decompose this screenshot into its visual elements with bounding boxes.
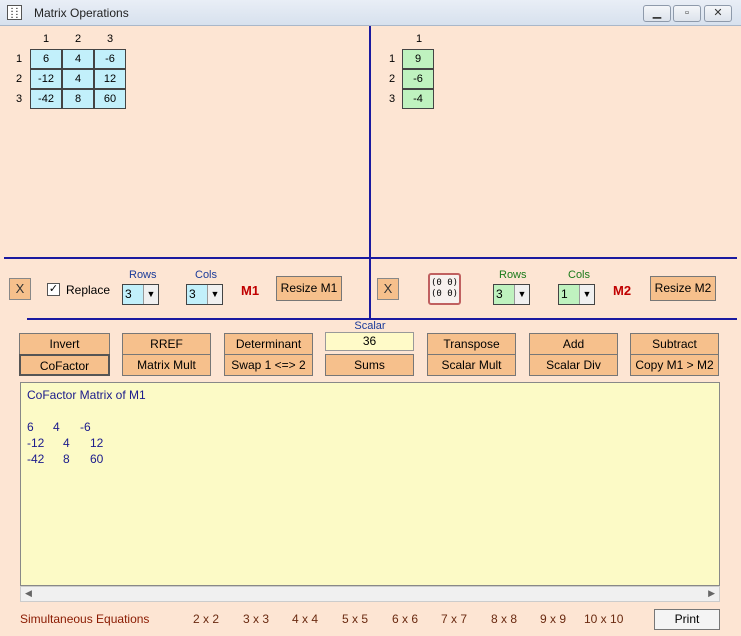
output-title: CoFactor Matrix of M1 [27, 388, 146, 402]
size-5x5-link[interactable]: 5 x 5 [342, 612, 368, 626]
matrix1-cell[interactable]: -6 [94, 49, 126, 69]
matrix1-cell[interactable]: 4 [62, 69, 94, 89]
swap-button[interactable]: Swap 1 <=> 2 [224, 354, 313, 376]
transpose-button[interactable]: Transpose [427, 333, 516, 355]
scalar-input[interactable]: 36 [325, 332, 414, 351]
title-bar: :: :: Matrix Operations ▁ ▫ ✕ [0, 0, 741, 26]
scroll-right-icon[interactable]: ▶ [708, 588, 715, 599]
output-row: -42 8 60 [27, 452, 103, 466]
size-3x3-link[interactable]: 3 x 3 [243, 612, 269, 626]
replace-label: Replace [66, 283, 111, 297]
matrix1-row-header: 1 [15, 53, 23, 65]
matrix2-col-header: 1 [415, 33, 423, 45]
matrix1-cell[interactable]: 12 [94, 69, 126, 89]
close-icon[interactable]: ✕ [704, 5, 732, 22]
matrix2-row-header: 3 [388, 93, 396, 105]
m1-cols-select[interactable]: 3 ▼ [186, 284, 223, 305]
matrix1-row-header: 3 [15, 93, 23, 105]
m2-cols-label: Cols [568, 269, 591, 281]
scalar-mult-button[interactable]: Scalar Mult [427, 354, 516, 376]
matrix2-cell[interactable]: -4 [402, 89, 434, 109]
output-value: 6 [27, 420, 34, 434]
window-title: Matrix Operations [34, 6, 129, 20]
matrix-mult-button[interactable]: Matrix Mult [122, 354, 211, 376]
copy-m1-m2-button[interactable]: Copy M1 > M2 [630, 354, 719, 376]
scroll-left-icon[interactable]: ◀ [25, 588, 32, 599]
matrix-app-icon[interactable]: :: :: [7, 5, 22, 20]
scalar-div-button[interactable]: Scalar Div [529, 354, 618, 376]
size-2x2-link[interactable]: 2 x 2 [193, 612, 219, 626]
matrix1-cell[interactable]: -12 [30, 69, 62, 89]
m1-name-label: M1 [241, 283, 260, 298]
invert-button[interactable]: Invert [19, 333, 110, 355]
m2-rows-value: 3 [496, 287, 503, 301]
matrix2-row-header: 2 [388, 73, 396, 85]
matrix2-cell[interactable]: -6 [402, 69, 434, 89]
resize-m2-button[interactable]: Resize M2 [650, 276, 716, 301]
size-7x7-link[interactable]: 7 x 7 [441, 612, 467, 626]
matrix1-cell[interactable]: 6 [30, 49, 62, 69]
m2-name-label: M2 [613, 283, 632, 298]
matrix1-col-header: 1 [42, 33, 50, 45]
matrix1-cell[interactable]: 60 [94, 89, 126, 109]
size-4x4-link[interactable]: 4 x 4 [292, 612, 318, 626]
determinant-button[interactable]: Determinant [224, 333, 313, 355]
vertical-divider [369, 26, 371, 318]
m1-rows-label: Rows [129, 269, 157, 281]
output-value: 12 [90, 436, 104, 450]
m1-cols-value: 3 [189, 287, 196, 301]
output-value: -6 [80, 420, 91, 434]
replace-checkbox[interactable]: ✓ [47, 283, 60, 296]
m2-rows-label: Rows [499, 269, 527, 281]
output-value: 4 [53, 420, 60, 434]
output-row: -12 4 12 [27, 436, 103, 450]
m2-cols-value: 1 [561, 287, 568, 301]
output-row: 6 4 -6 [27, 420, 91, 434]
matrix-toggle-icon[interactable]: (0 0) (0 0) [428, 273, 461, 305]
chevron-down-icon[interactable]: ▼ [579, 285, 594, 304]
output-value: -42 [27, 452, 45, 466]
clear-m2-button[interactable]: X [377, 278, 399, 300]
output-value: -12 [27, 436, 45, 450]
size-8x8-link[interactable]: 8 x 8 [491, 612, 517, 626]
size-10x10-link[interactable]: 10 x 10 [584, 612, 623, 626]
print-button[interactable]: Print [654, 609, 720, 630]
size-6x6-link[interactable]: 6 x 6 [392, 612, 418, 626]
chevron-down-icon[interactable]: ▼ [514, 285, 529, 304]
size-9x9-link[interactable]: 9 x 9 [540, 612, 566, 626]
chevron-down-icon[interactable]: ▼ [143, 285, 158, 304]
output-value: 60 [90, 452, 104, 466]
matrix2-row-header: 1 [388, 53, 396, 65]
chevron-down-icon[interactable]: ▼ [207, 285, 222, 304]
matrix1-cell[interactable]: 4 [62, 49, 94, 69]
maximize-icon[interactable]: ▫ [673, 5, 701, 22]
rref-button[interactable]: RREF [122, 333, 211, 355]
matrix1-cell[interactable]: -42 [30, 89, 62, 109]
output-value: 8 [63, 452, 70, 466]
matrix1-row-header: 2 [15, 73, 23, 85]
m2-cols-select[interactable]: 1 ▼ [558, 284, 595, 305]
horizontal-scrollbar[interactable]: ◀ ▶ [20, 586, 720, 602]
m1-rows-value: 3 [125, 287, 132, 301]
matrix1-col-header: 3 [106, 33, 114, 45]
minimize-icon[interactable]: ▁ [643, 5, 671, 22]
sums-button[interactable]: Sums [325, 354, 414, 376]
cofactor-button[interactable]: CoFactor [19, 354, 110, 376]
simultaneous-equations-label: Simultaneous Equations [20, 612, 150, 626]
matrix1-cell[interactable]: 8 [62, 89, 94, 109]
resize-m1-button[interactable]: Resize M1 [276, 276, 342, 301]
m2-rows-select[interactable]: 3 ▼ [493, 284, 530, 305]
matrix1-col-header: 2 [74, 33, 82, 45]
subtract-button[interactable]: Subtract [630, 333, 719, 355]
horizontal-divider-top [4, 257, 737, 259]
add-button[interactable]: Add [529, 333, 618, 355]
m1-rows-select[interactable]: 3 ▼ [122, 284, 159, 305]
clear-m1-button[interactable]: X [9, 278, 31, 300]
output-textarea[interactable]: CoFactor Matrix of M1 6 4 -6 -12 4 12 -42 8 60 [20, 382, 720, 586]
m1-cols-label: Cols [195, 269, 218, 281]
matrix2-cell[interactable]: 9 [402, 49, 434, 69]
output-value: 4 [63, 436, 70, 450]
scalar-label: Scalar [354, 320, 386, 332]
